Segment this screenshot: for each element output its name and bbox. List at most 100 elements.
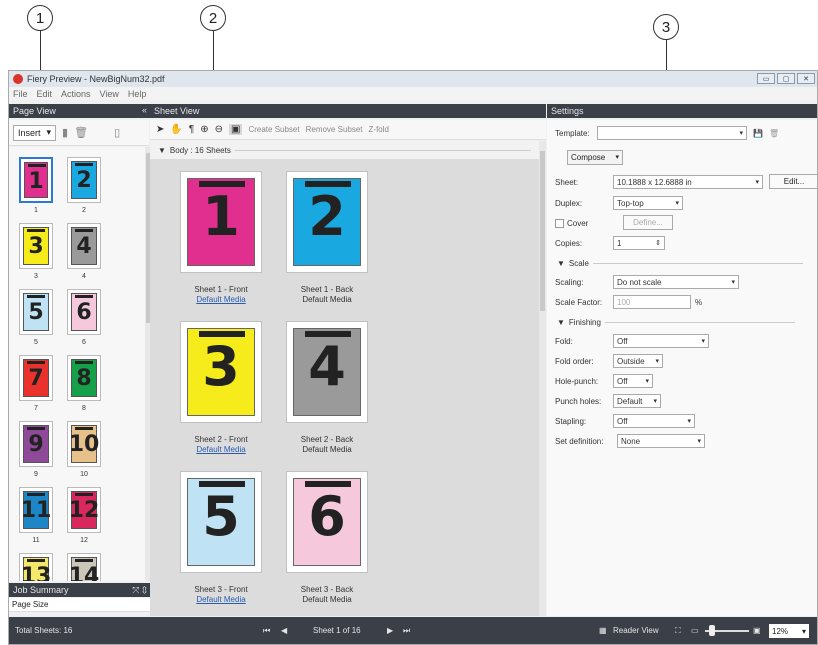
compose-dropdown[interactable]: Compose ▾ xyxy=(567,150,623,165)
job-summary-title: Job Summary xyxy=(13,585,69,595)
page-thumbnail[interactable]: 6 xyxy=(67,289,101,335)
page-number: 6 xyxy=(76,300,92,325)
minimize-button[interactable]: ▭ xyxy=(757,73,775,84)
define-button[interactable]: Define... xyxy=(623,215,673,230)
zoom-out-icon[interactable]: ⊖ xyxy=(215,124,223,135)
new-page-icon[interactable]: ▯ xyxy=(114,126,120,139)
scale-factor-input[interactable]: 100 xyxy=(613,295,691,309)
stapling-label: Stapling: xyxy=(555,416,587,426)
page-thumbnail[interactable]: 14 xyxy=(67,553,101,581)
copies-input[interactable]: 1 ⇕ xyxy=(613,236,665,250)
stapling-dropdown[interactable]: Off ▾ xyxy=(613,414,695,428)
sheet-label: Sheet 2 - Front Default Media xyxy=(166,435,276,455)
reader-view-icon[interactable]: ▦ xyxy=(599,626,607,635)
menu-view[interactable]: View xyxy=(100,89,119,99)
page-thumbnail[interactable]: 11 xyxy=(19,487,53,533)
fold-dropdown[interactable]: Off ▾ xyxy=(613,334,709,348)
image-icon[interactable]: ▣ xyxy=(753,626,761,635)
page-thumbnail[interactable]: 1 xyxy=(19,157,53,203)
collapse-icon[interactable]: « xyxy=(142,105,147,115)
page-layout-icon[interactable]: ▣ xyxy=(229,124,243,135)
sheet-thumbnail[interactable]: 1 xyxy=(180,171,262,273)
bookmark-icon[interactable]: ▮ xyxy=(62,126,68,139)
trash-icon[interactable]: 🗑 xyxy=(74,126,88,139)
hand-icon[interactable]: ✋ xyxy=(170,124,182,135)
template-dropdown[interactable]: ▾ xyxy=(597,126,747,140)
collapse-triangle-icon: ▼ xyxy=(158,145,166,155)
default-media-link[interactable]: Default Media xyxy=(166,445,276,455)
fit-screen-icon[interactable]: ⛶ xyxy=(675,626,681,636)
fold-order-dropdown[interactable]: Outside ▾ xyxy=(613,354,663,368)
page-label: 8 xyxy=(82,405,86,412)
cover-checkbox[interactable] xyxy=(555,218,564,228)
zfold-button[interactable]: Z-fold xyxy=(369,125,389,134)
page-number: 13 xyxy=(20,564,52,581)
sheet-thumbnail[interactable]: 6 xyxy=(286,471,368,573)
menu-file[interactable]: File xyxy=(13,89,28,99)
menu-actions[interactable]: Actions xyxy=(61,89,91,99)
finishing-section[interactable]: ▼ Finishing xyxy=(557,316,795,328)
sheet-thumbnail[interactable]: 2 xyxy=(286,171,368,273)
page-thumbnail[interactable]: 4 xyxy=(67,223,101,269)
page-number: 8 xyxy=(76,366,92,391)
punch-holes-dropdown[interactable]: Default ▾ xyxy=(613,394,661,408)
media-label: Default Media xyxy=(302,595,352,604)
sheet-view-header: Sheet View xyxy=(150,104,546,118)
page-number: 10 xyxy=(68,432,100,457)
body-section-header[interactable]: ▼ Body : 16 Sheets xyxy=(150,141,539,159)
insert-dropdown[interactable]: Insert ▾ xyxy=(13,124,57,141)
sheet-size-dropdown[interactable]: 10.1888 x 12.6888 in ▾ xyxy=(613,175,763,189)
page-label: 6 xyxy=(82,339,86,346)
remove-subset-button[interactable]: Remove Subset xyxy=(306,125,363,134)
set-definition-dropdown[interactable]: None ▾ xyxy=(617,434,705,448)
page-number: 9 xyxy=(28,432,44,457)
sheet-thumbnail[interactable]: 4 xyxy=(286,321,368,423)
page-thumbnail[interactable]: 3 xyxy=(19,223,53,269)
edit-button[interactable]: Edit... xyxy=(769,174,817,189)
next-page-icon[interactable]: ▶ xyxy=(387,626,393,635)
page-thumbnail[interactable]: 8 xyxy=(67,355,101,401)
page-number: 7 xyxy=(28,366,44,391)
sheet-number: 6 xyxy=(308,485,346,548)
close-button[interactable]: ✕ xyxy=(797,73,815,84)
last-page-icon[interactable]: ⏭ xyxy=(403,626,410,636)
create-subset-button[interactable]: Create Subset xyxy=(248,125,299,134)
callout-2: 2 xyxy=(200,5,226,31)
pin-icon[interactable]: ⤧ ⇕ xyxy=(132,585,147,596)
sheet-label: Sheet 1 - Back Default Media xyxy=(272,285,382,305)
hole-punch-dropdown[interactable]: Off ▾ xyxy=(613,374,653,388)
scale-section[interactable]: ▼ Scale xyxy=(557,257,803,269)
prev-page-icon[interactable]: ◀ xyxy=(281,626,287,635)
total-sheets-label: Total Sheets: 16 xyxy=(15,626,73,635)
page-thumbnail[interactable]: 13 xyxy=(19,553,53,581)
text-select-icon[interactable]: ¶ xyxy=(189,124,194,135)
sheet-thumbnail[interactable]: 5 xyxy=(180,471,262,573)
page-thumbnail[interactable]: 7 xyxy=(19,355,53,401)
default-media-link[interactable]: Default Media xyxy=(166,595,276,605)
menu-help[interactable]: Help xyxy=(128,89,147,99)
trash-icon[interactable]: 🗑 xyxy=(769,129,779,138)
save-icon[interactable]: 💾 xyxy=(753,129,763,138)
page-thumbnail[interactable]: 2 xyxy=(67,157,101,203)
zoom-dropdown[interactable]: 12% ▾ xyxy=(769,624,809,638)
page-thumbnail[interactable]: 5 xyxy=(19,289,53,335)
scaling-dropdown[interactable]: Do not scale ▾ xyxy=(613,275,739,289)
pointer-icon[interactable]: ➤ xyxy=(156,124,164,135)
app-icon xyxy=(13,74,23,84)
reader-view-button[interactable]: Reader View xyxy=(613,626,659,635)
page-thumbnail[interactable]: 9 xyxy=(19,421,53,467)
sheet-view-scrollbar[interactable] xyxy=(539,141,546,616)
page-number: 11 xyxy=(20,498,52,523)
fit-width-icon[interactable]: ▭ xyxy=(691,626,699,635)
maximize-button[interactable]: ▢ xyxy=(777,73,795,84)
first-page-icon[interactable]: ⏮ xyxy=(263,626,270,636)
page-thumbnail[interactable]: 12 xyxy=(67,487,101,533)
default-media-link[interactable]: Default Media xyxy=(166,295,276,305)
page-thumbnail[interactable]: 10 xyxy=(67,421,101,467)
zoom-slider-handle[interactable] xyxy=(709,625,715,636)
menu-edit[interactable]: Edit xyxy=(37,89,53,99)
duplex-dropdown[interactable]: Top-top ▾ xyxy=(613,196,683,210)
sheet-thumbnail[interactable]: 3 xyxy=(180,321,262,423)
job-summary-row: Page Size xyxy=(9,598,151,612)
zoom-in-icon[interactable]: ⊕ xyxy=(200,124,208,135)
